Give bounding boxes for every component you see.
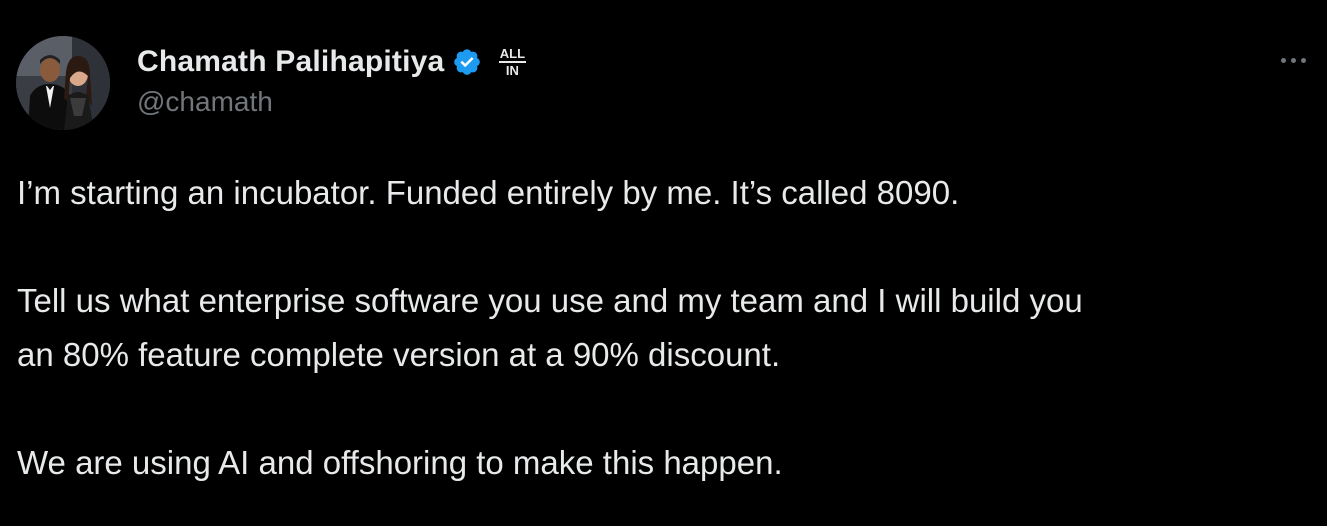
author-display-name[interactable]: Chamath Palihapitiya bbox=[137, 45, 444, 79]
author-name-row: Chamath Palihapitiya ALL IN bbox=[137, 40, 530, 84]
tweet-text-line: Tell us what enterprise software you use… bbox=[17, 282, 1083, 319]
avatar[interactable] bbox=[16, 36, 110, 130]
tweet-text-line: I’m starting an incubator. Funded entire… bbox=[17, 174, 960, 211]
author-handle[interactable]: @chamath bbox=[137, 86, 273, 118]
affiliate-badge-line1: ALL bbox=[498, 46, 527, 63]
more-options-icon bbox=[1280, 57, 1286, 63]
avatar-photo-icon bbox=[16, 36, 110, 130]
affiliate-badge-line2: IN bbox=[505, 63, 519, 78]
more-options-icon bbox=[1300, 57, 1306, 63]
more-options-button[interactable] bbox=[1271, 42, 1315, 78]
tweet-text-line: We are using AI and offshoring to make t… bbox=[17, 444, 783, 481]
affiliate-badge[interactable]: ALL IN bbox=[494, 43, 530, 81]
more-options-icon bbox=[1290, 57, 1296, 63]
verified-badge-icon bbox=[454, 49, 481, 75]
tweet-text-line: an 80% feature complete version at a 90%… bbox=[17, 336, 781, 373]
tweet-text: I’m starting an incubator. Funded entire… bbox=[17, 166, 1322, 490]
tweet-card: Chamath Palihapitiya ALL IN @chamath I’m… bbox=[0, 0, 1327, 526]
